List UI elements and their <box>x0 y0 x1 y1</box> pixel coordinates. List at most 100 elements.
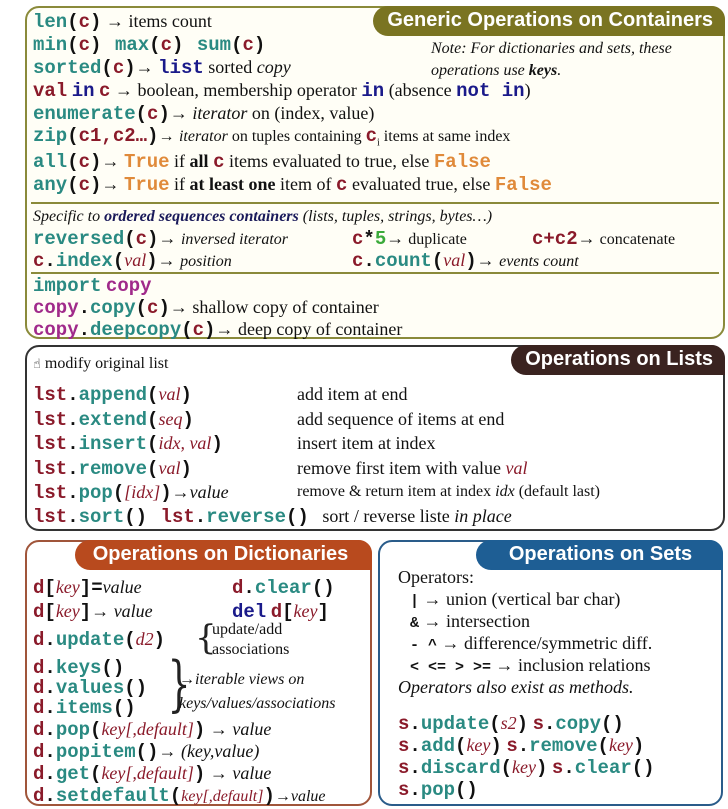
dict-update-line: d.update(d2) <box>33 629 166 651</box>
obj: lst <box>33 408 68 431</box>
obj: d <box>33 577 45 599</box>
desc-text: add item at end <box>297 384 408 404</box>
note-period: . <box>557 62 562 79</box>
obj: d <box>33 719 45 741</box>
arrow-icon: → <box>423 589 442 609</box>
method-desc: remove & return item at index idx (defau… <box>297 481 600 503</box>
arrow-icon: → <box>158 228 177 248</box>
views-desc-2: keys/values/associations <box>179 695 336 712</box>
get-fn: get <box>55 763 91 785</box>
of-text: item of <box>275 174 337 194</box>
list-op-row: lst.pop([idx])→value remove & return item… <box>33 481 600 504</box>
arrow-icon: → <box>423 611 442 631</box>
val: val <box>33 80 68 102</box>
arg: key <box>466 735 491 755</box>
ordered-bold: ordered sequences containers <box>104 208 299 225</box>
copy-fn: copy <box>555 713 601 735</box>
any-line: any(c)→ True if at least one item of c e… <box>33 174 552 196</box>
obj: s <box>398 713 410 735</box>
equals: = <box>91 577 103 599</box>
method-name: remove <box>78 457 148 480</box>
arg: c <box>336 174 348 196</box>
import-keyword: import <box>33 275 102 297</box>
arg: c <box>147 103 159 125</box>
len-fn: len <box>33 11 68 33</box>
arg: c <box>78 34 91 56</box>
obj: c <box>33 250 45 272</box>
obj: lst <box>33 482 68 504</box>
generic-panel-title: Generic Operations on Containers <box>373 6 725 36</box>
arg: c <box>352 228 364 250</box>
key: key <box>55 601 80 621</box>
obj: lst <box>33 433 68 455</box>
desc-tail: (default last) <box>514 483 600 500</box>
obj: lst <box>160 506 195 528</box>
method-desc: insert item at index <box>297 432 435 454</box>
arrow-icon: → <box>495 655 514 675</box>
all-bold: all <box>189 151 209 171</box>
reverse-fn: reverse <box>206 506 286 528</box>
membership-desc: boolean, membership operator <box>132 80 362 100</box>
index-desc: position <box>180 253 232 270</box>
in-keyword: in <box>71 80 95 102</box>
list-op-row: lst.remove(val) remove first item with va… <box>33 457 528 480</box>
all-line: all(c)→ True if all c items evaluated to… <box>33 151 491 173</box>
views-desc: →iterable views on keys/values/associati… <box>179 668 335 716</box>
star-op: * <box>363 228 375 250</box>
zip-args: c1,c2… <box>78 125 148 147</box>
reversed-fn: reversed <box>33 228 125 250</box>
enumerate-desc: on (index, value) <box>247 103 375 123</box>
sorted-copy: copy <box>256 57 291 77</box>
absence-text: (absence <box>384 80 457 100</box>
desc-text: add sequence of items at end <box>297 408 505 429</box>
list-op-row: lst.append(val) add item at end <box>33 384 408 406</box>
arrow-icon: → <box>114 80 133 100</box>
copy-desc: shallow copy of container <box>187 297 379 317</box>
obj: s <box>398 735 410 757</box>
arg: key[,default] <box>101 719 194 739</box>
operator-symbol: < <= > >= <box>410 659 492 676</box>
views-desc-1: →iterable views on <box>179 671 305 688</box>
list-op-row: lst.insert(idx, val) insert item at index <box>33 432 436 455</box>
setdefault-fn: setdefault <box>55 785 170 807</box>
dict-items-line: d.items() <box>33 697 136 719</box>
any-desc: evaluated true, else <box>347 174 495 194</box>
paren: ( <box>67 11 79 33</box>
zip-desc: on tuples containing <box>227 128 366 145</box>
arrow-icon: → <box>169 103 188 123</box>
operator-desc: inclusion relations <box>513 655 651 675</box>
at-least-one-bold: at least one <box>189 174 276 194</box>
method-desc: add sequence of items at end <box>297 408 504 430</box>
arrow-icon: → <box>476 250 495 270</box>
min-max-sum-line: min(c) max(c) sum(c) <box>33 34 266 56</box>
remove-fn: remove <box>529 735 598 757</box>
false-literal: False <box>494 174 552 196</box>
enumerate-fn: enumerate <box>33 103 136 125</box>
obj: s <box>398 779 410 801</box>
update-desc: update/add associations <box>212 620 289 660</box>
index-fn: index <box>55 250 113 272</box>
deepcopy-line: copy.deepcopy(c)→ deep copy of container <box>33 319 403 341</box>
ret: →value <box>171 482 229 502</box>
desc-italic: idx <box>495 483 515 500</box>
arrow-icon: → <box>101 174 120 194</box>
arrow-icon: → <box>105 11 124 31</box>
true-literal: True <box>123 151 170 173</box>
args: val <box>158 384 181 404</box>
arrow-icon: → <box>158 128 175 145</box>
arg: key <box>512 757 537 777</box>
arg: c <box>147 297 159 319</box>
reversed-line: reversed(c)→ inversed iterator <box>33 228 289 250</box>
sort-reverse-line: lst.sort() lst.reverse() sort / reverse … <box>33 506 512 528</box>
operator-symbol: | <box>410 593 420 610</box>
operators-label: Operators: <box>398 567 474 587</box>
args: seq <box>158 408 183 429</box>
value: value <box>113 601 153 621</box>
arrow-icon: → <box>135 57 154 77</box>
operator-desc: difference/symmetric diff. <box>459 633 653 653</box>
zip-fn: zip <box>33 125 68 147</box>
obj: s <box>506 735 518 757</box>
arrow-icon: → <box>441 633 460 653</box>
len-desc: items count <box>128 11 212 31</box>
sets-panel: Operations on Sets Operators: | → union … <box>378 540 723 806</box>
